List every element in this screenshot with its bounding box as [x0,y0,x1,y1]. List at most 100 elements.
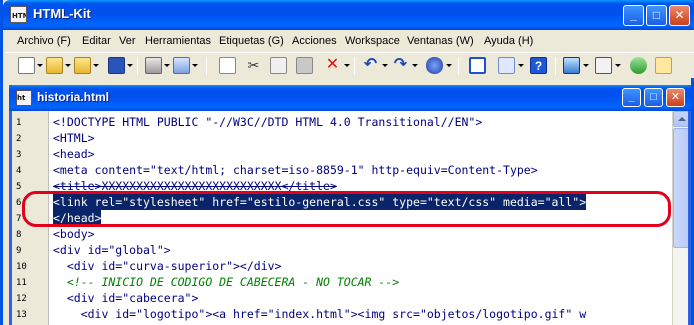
scroll-up-button[interactable] [673,111,688,127]
code-line[interactable]: <div id="logotipo"><a href="index.html">… [53,306,586,322]
chevron-down-icon[interactable] [127,64,133,67]
line-number: 5 [16,182,22,192]
copy-icon[interactable] [219,57,236,74]
menu-editar[interactable]: Editar [82,35,111,47]
open-folder-icon[interactable] [46,57,63,74]
title-bar[interactable]: HTM HTML-Kit _ □ ✕ [3,0,694,30]
code-line[interactable]: <div id="curva-superior"></div> [53,258,282,274]
line-number: 4 [16,166,22,176]
maximize-icon: □ [652,8,661,22]
doc-maximize-button[interactable]: □ [644,88,663,107]
chevron-down-icon[interactable] [382,64,388,67]
html-file-icon: ht [16,90,32,106]
window-icon[interactable] [655,57,672,74]
code-line[interactable]: <meta content="text/html; charset=iso-88… [53,162,538,178]
split-view-icon[interactable] [469,57,486,74]
paste-icon[interactable] [270,57,287,74]
scroll-thumb[interactable] [673,128,688,248]
monitor-icon[interactable] [563,57,580,74]
menu-ayuda[interactable]: Ayuda (H) [484,35,533,47]
code-line-selected[interactable]: </head> [53,210,102,226]
code-line[interactable]: <!DOCTYPE HTML PUBLIC "-//W3C//DTD HTML … [53,114,482,130]
toggle-icon[interactable] [595,57,612,74]
document-title-bar[interactable]: ht historia.html _ □ ✕ [9,85,691,111]
app-logo-icon: HTM [10,6,27,23]
toolbar-separator [458,57,459,75]
menu-archivo[interactable]: Archivo (F) [17,35,71,47]
line-number: 3 [16,150,22,160]
doc-minimize-button[interactable]: _ [622,88,641,107]
chevron-down-icon[interactable] [344,64,350,67]
find-icon[interactable] [426,57,443,74]
preview-icon[interactable] [173,57,190,74]
document-window: ht historia.html _ □ ✕ 1 2 3 4 5 6 7 8 9… [9,85,691,325]
line-number: 2 [16,134,22,144]
code-line[interactable]: <div id="global"> [53,242,171,258]
menu-acciones[interactable]: Acciones [292,35,337,47]
code-line[interactable]: <body> [53,226,95,242]
chevron-down-icon[interactable] [192,64,198,67]
code-line[interactable]: <title>XXXXXXXXXXXXXXXXXXXXXXXXXX</title… [53,178,337,194]
open-folder-alt-icon[interactable] [74,57,91,74]
toolbar-separator [137,57,138,75]
chevron-down-icon[interactable] [412,64,418,67]
doc-close-button[interactable]: ✕ [666,88,685,107]
toolbar-separator [555,57,556,75]
chevron-down-icon[interactable] [446,64,452,67]
line-number: 11 [16,278,27,288]
line-number: 9 [16,246,22,256]
line-number-gutter: 1 2 3 4 5 6 7 8 9 10 11 12 13 [12,111,49,325]
toolbar-separator [354,57,355,75]
menu-etiquetas[interactable]: Etiquetas (G) [219,35,284,47]
code-line[interactable]: <div id="cabecera"> [53,290,199,306]
chevron-down-icon[interactable] [93,64,99,67]
toolbar-separator [206,57,207,75]
line-number: 10 [16,262,27,272]
cut-icon[interactable]: ✂ [245,57,262,74]
chevron-down-icon[interactable] [65,64,71,67]
app-title: HTML-Kit [33,6,91,21]
code-editor[interactable]: 1 2 3 4 5 6 7 8 9 10 11 12 13 <!DOCTYPE … [12,111,688,325]
chevron-down-icon[interactable] [583,64,589,67]
main-window: HTM HTML-Kit _ □ ✕ Archivo (F) Editar Ve… [0,0,694,325]
line-number: 7 [16,214,22,224]
close-icon: ✕ [674,8,685,22]
print-icon[interactable] [145,57,162,74]
document-title: historia.html [37,90,110,104]
code-line-selected[interactable]: <link rel="stylesheet" href="estilo-gene… [53,194,587,210]
new-file-icon[interactable] [18,57,35,74]
vertical-scrollbar[interactable] [672,111,688,325]
menu-bar: Archivo (F) Editar Ver Herramientas Etiq… [6,30,694,52]
minimize-button[interactable]: _ [623,5,644,26]
chevron-down-icon[interactable] [615,64,621,67]
code-line[interactable]: <HTML> [53,130,95,146]
plugin-icon[interactable] [630,57,647,74]
help-icon[interactable]: ? [530,57,547,74]
code-line[interactable]: <head> [53,146,95,162]
paste-alt-icon[interactable] [296,57,313,74]
delete-icon[interactable]: ✕ [324,57,341,74]
line-number: 8 [16,230,22,240]
code-line-comment[interactable]: <!-- INICIO DE CODIGO DE CABECERA - NO T… [53,274,399,290]
menu-herramientas[interactable]: Herramientas [145,35,211,47]
chevron-down-icon[interactable] [518,64,524,67]
chevron-down-icon[interactable] [164,64,170,67]
save-icon[interactable] [108,57,125,74]
toolbar: ✂ ✕ ↶ ↷ ? [6,52,694,78]
tree-icon[interactable] [498,57,515,74]
menu-workspace[interactable]: Workspace [345,35,400,47]
line-number: 1 [16,118,22,128]
line-number: 12 [16,294,27,304]
minimize-icon: _ [628,91,635,103]
chevron-down-icon[interactable] [37,64,43,67]
menu-ver[interactable]: Ver [119,35,136,47]
line-number: 6 [16,198,22,208]
close-button[interactable]: ✕ [669,5,690,26]
maximize-button[interactable]: □ [646,5,667,26]
close-icon: ✕ [670,91,681,103]
menu-ventanas[interactable]: Ventanas (W) [407,35,474,47]
maximize-icon: □ [650,91,657,103]
redo-icon[interactable]: ↷ [392,57,409,74]
undo-icon[interactable]: ↶ [362,57,379,74]
line-number: 13 [16,310,27,320]
